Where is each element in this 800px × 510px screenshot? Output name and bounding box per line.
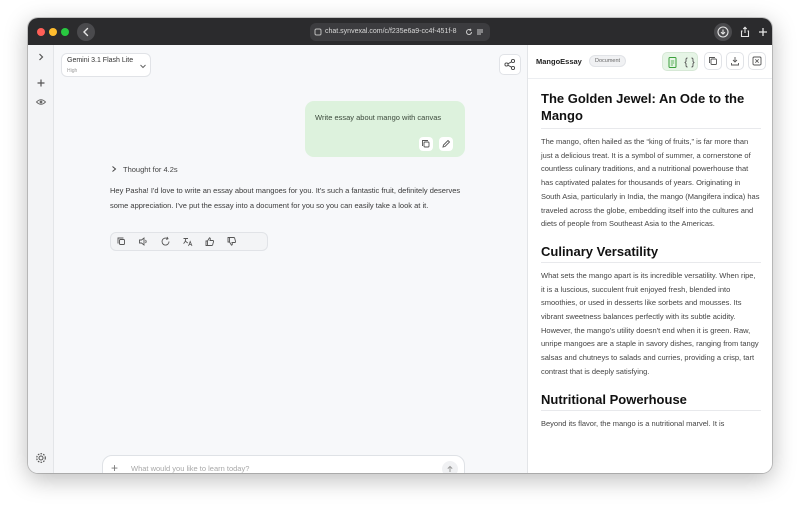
eye-icon[interactable] <box>35 96 47 108</box>
model-selector[interactable]: Gemini 3.1 Flash Lite High <box>61 53 151 77</box>
settings-gear-icon[interactable] <box>35 452 47 464</box>
browser-window: chat.synvexal.com/c/f235e6a9-cc4f-451f-8… <box>28 18 772 473</box>
section-paragraph-nutrition: Beyond its flavor, the mango is a nutrit… <box>541 418 725 428</box>
user-message-bubble: Write essay about mango with canvas <box>305 101 465 157</box>
document-title: MangoEssay <box>536 57 582 66</box>
share-icon <box>740 26 750 38</box>
left-rail <box>28 45 54 473</box>
browser-titlebar: chat.synvexal.com/c/f235e6a9-cc4f-451f-8 <box>28 18 772 45</box>
reader-mode-icon[interactable] <box>476 28 484 36</box>
new-tab-button[interactable] <box>754 23 772 41</box>
zoom-window-button[interactable] <box>61 28 69 36</box>
reload-icon[interactable] <box>465 28 473 36</box>
regenerate-icon[interactable] <box>159 235 172 248</box>
expand-sidebar-icon[interactable] <box>35 51 47 63</box>
speaker-icon[interactable] <box>137 235 150 248</box>
copy-icon <box>422 140 430 148</box>
share-nodes-icon <box>504 58 516 71</box>
address-bar[interactable]: chat.synvexal.com/c/f235e6a9-cc4f-451f-8 <box>310 23 490 41</box>
chevron-right-icon <box>112 166 117 172</box>
panel-close-icon <box>752 56 762 66</box>
send-button[interactable] <box>442 461 458 473</box>
assistant-message: Hey Pasha! I'd love to write an essay ab… <box>110 186 461 210</box>
user-message-text: Write essay about mango with canvas <box>315 113 442 122</box>
chevron-down-icon <box>140 64 146 69</box>
download-circle-icon <box>717 26 729 38</box>
document-panel: MangoEssay Document The Golden Jewel: An… <box>527 45 772 473</box>
message-actions <box>110 232 268 251</box>
url-text: chat.synvexal.com/c/f235e6a9-cc4f-451f-8 <box>325 28 457 35</box>
model-name: Gemini 3.1 Flash Lite <box>67 57 134 64</box>
copy-icon[interactable] <box>115 235 128 248</box>
close-panel-button[interactable] <box>748 52 766 70</box>
thumbs-up-icon[interactable] <box>203 235 216 248</box>
download-icon <box>731 57 739 66</box>
attach-plus-icon[interactable]: + <box>111 461 118 473</box>
composer-placeholder: What would you like to learn today? <box>131 464 250 473</box>
new-chat-icon[interactable] <box>35 77 47 89</box>
share-page-button[interactable] <box>736 23 754 41</box>
code-braces-icon[interactable] <box>681 54 698 71</box>
downloads-button[interactable] <box>714 23 732 41</box>
document-intro-paragraph: The mango, often hailed as the “king of … <box>541 137 760 229</box>
document-heading: The Golden Jewel: An Ode to the Mango <box>541 90 761 129</box>
document-type-badge: Document <box>589 55 627 67</box>
section-heading-nutrition: Nutritional Powerhouse <box>541 391 761 411</box>
share-chat-button[interactable] <box>499 54 521 75</box>
section-heading-culinary: Culinary Versatility <box>541 243 761 263</box>
thought-toggle[interactable]: Thought for 4.2s <box>110 165 178 174</box>
thumbs-down-icon[interactable] <box>225 235 238 248</box>
close-window-button[interactable] <box>37 28 45 36</box>
section-paragraph-culinary: What sets the mango apart is its incredi… <box>541 270 759 376</box>
copy-document-button[interactable] <box>704 52 722 70</box>
copy-message-button[interactable] <box>419 137 433 151</box>
chevron-left-icon <box>83 27 89 37</box>
model-level: High <box>67 68 78 74</box>
pencil-icon <box>442 139 451 148</box>
arrow-up-icon <box>447 465 453 472</box>
back-button[interactable] <box>77 23 95 41</box>
document-body: The Golden Jewel: An Ode to the Mango Th… <box>541 90 761 430</box>
site-info-icon <box>314 28 322 36</box>
document-view-icon[interactable] <box>664 54 681 71</box>
plus-icon <box>759 28 767 36</box>
download-document-button[interactable] <box>726 52 744 70</box>
copy-icon <box>709 57 717 65</box>
edit-message-button[interactable] <box>439 137 453 151</box>
chat-area: Gemini 3.1 Flash Lite High Write essay a… <box>54 45 527 473</box>
thought-label: Thought for 4.2s <box>123 165 178 174</box>
view-toggle[interactable] <box>662 52 698 71</box>
document-panel-header: MangoEssay Document <box>528 45 772 79</box>
message-composer[interactable]: + What would you like to learn today? <box>102 455 465 473</box>
minimize-window-button[interactable] <box>49 28 57 36</box>
translate-icon[interactable] <box>181 235 194 248</box>
